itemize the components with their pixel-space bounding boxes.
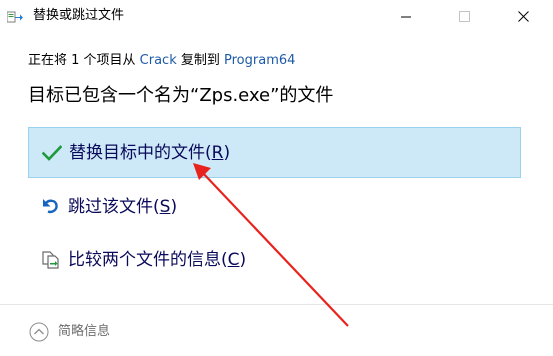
compare-option-label: 比较两个文件的信息(C) — [68, 249, 247, 270]
title-bar: 替换或跳过文件 — [0, 0, 553, 32]
replace-option-label: 替换目标中的文件(R) — [69, 142, 231, 163]
compare-files-icon — [40, 249, 62, 271]
skip-arrow-icon — [40, 196, 62, 218]
file-move-icon — [6, 9, 23, 23]
chevron-up-circle-icon[interactable] — [29, 322, 49, 342]
fewer-details-toggle[interactable]: 简略信息 — [58, 323, 110, 341]
source-folder-link[interactable]: Crack — [140, 53, 177, 68]
compare-option[interactable]: 比较两个文件的信息(C) — [28, 234, 521, 285]
replace-accelerator: R — [211, 142, 224, 163]
close-button[interactable] — [500, 0, 546, 32]
maximize-button[interactable] — [441, 0, 487, 32]
checkmark-icon — [41, 142, 63, 164]
copy-status-prefix: 正在将 1 个项目从 — [28, 53, 140, 68]
minimize-button[interactable] — [383, 0, 429, 32]
copy-status: 正在将 1 个项目从 Crack 复制到 Program64 — [28, 52, 295, 70]
skip-option[interactable]: 跳过该文件(S) — [28, 181, 521, 232]
copy-status-middle: 复制到 — [176, 53, 225, 68]
replace-option[interactable]: 替换目标中的文件(R) — [28, 127, 521, 178]
close-icon — [517, 7, 529, 26]
dialog-footer: 简略信息 — [0, 304, 553, 356]
compare-accelerator: C — [227, 249, 240, 270]
conflict-heading: 目标已包含一个名为“Zps.exe”的文件 — [28, 85, 334, 106]
destination-folder-link[interactable]: Program64 — [224, 53, 295, 68]
maximize-icon — [458, 7, 470, 26]
skip-accelerator: S — [159, 196, 171, 217]
skip-option-label: 跳过该文件(S) — [68, 196, 178, 217]
window-title: 替换或跳过文件 — [33, 8, 125, 23]
minimize-icon — [401, 7, 411, 26]
